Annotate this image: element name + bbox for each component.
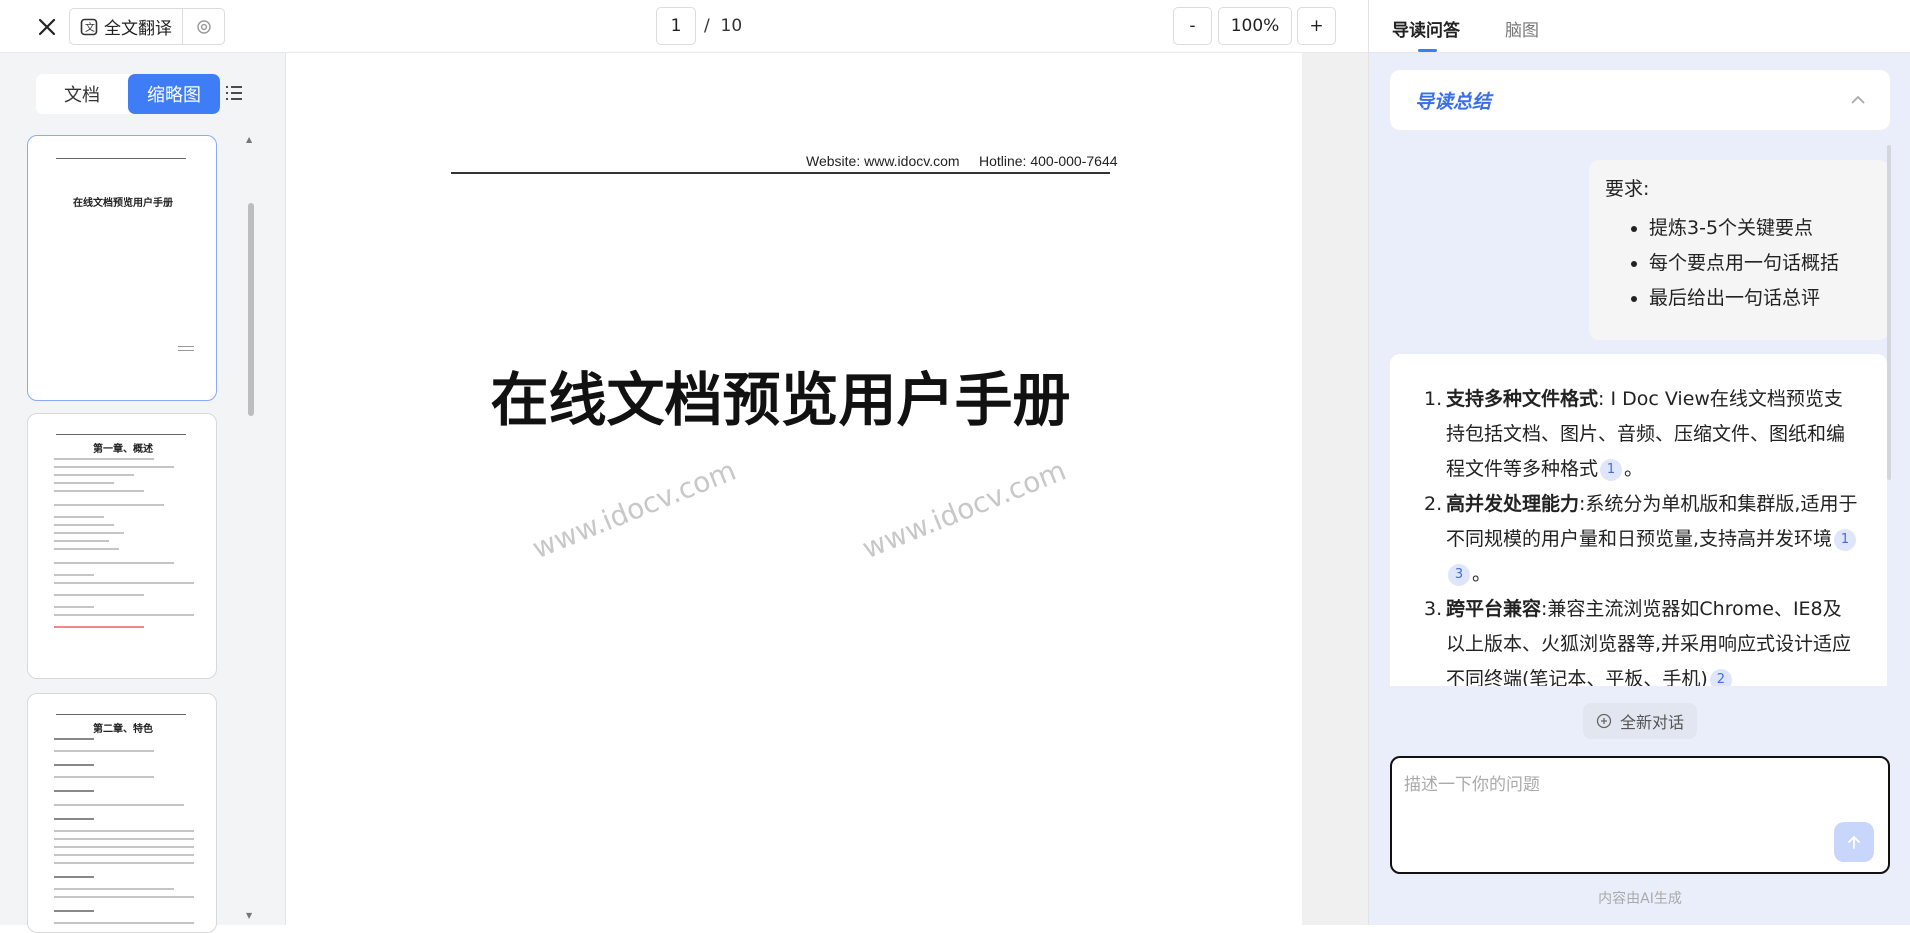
zoom-out-button[interactable]: -: [1173, 7, 1212, 45]
close-icon[interactable]: [30, 10, 64, 44]
scroll-up-arrow-icon[interactable]: ▲: [246, 135, 252, 144]
tab-document[interactable]: 文档: [36, 74, 128, 114]
citation-badge[interactable]: 2: [1709, 669, 1732, 686]
gear-icon: [196, 19, 211, 34]
document-viewer[interactable]: Website: www.idocv.com Hotline: 400-000-…: [286, 53, 1368, 925]
full-translate-label: 全文翻译: [104, 19, 172, 39]
thumbnail-title: 第一章、概述: [93, 444, 153, 455]
header-divider: [451, 172, 1110, 174]
ai-assistant-panel: 导读问答 脑图 导读总结 要求: 提炼3-5个关键要点 每个要点用一句话概括 最…: [1368, 0, 1910, 925]
tab-guided-qa[interactable]: 导读问答: [1392, 16, 1460, 41]
sidebar-scrollbar[interactable]: [248, 203, 254, 416]
answer-point: 3. 跨平台兼容:兼容主流浏览器如Chrome、IE8及以上版本、火狐浏览器等,并…: [1424, 592, 1859, 686]
thumbnail-sidebar: 文档 缩略图 在线文档预览用户手册 第一章、概述 第二章、特色 ▲ ▼: [0, 53, 286, 933]
ai-answer-card: 1. 支持多种文件格式: I Doc View在线文档预览支持包括文档、图片、音频…: [1390, 354, 1887, 686]
translate-icon: 文: [80, 18, 98, 35]
zoom-in-button[interactable]: +: [1297, 7, 1336, 45]
svg-text:文: 文: [85, 21, 95, 34]
zoom-level-display[interactable]: 100%: [1218, 7, 1292, 45]
chevron-up-icon[interactable]: [1848, 90, 1868, 110]
answer-point-title: 支持多种文件格式: [1446, 388, 1599, 410]
document-page: Website: www.idocv.com Hotline: 400-000-…: [286, 53, 1302, 925]
page-thumbnail-2[interactable]: 第一章、概述: [27, 413, 217, 679]
chat-scrollbar[interactable]: [1887, 145, 1891, 480]
tab-mind-map[interactable]: 脑图: [1505, 16, 1539, 41]
prompt-item: 最后给出一句话总评: [1649, 281, 1873, 316]
prompt-item: 每个要点用一句话概括: [1649, 246, 1873, 281]
assistant-tabs: 导读问答 脑图: [1369, 0, 1910, 53]
page-header-text: Website: www.idocv.com Hotline: 400-000-…: [806, 153, 1118, 169]
new-chat-button[interactable]: 全新对话: [1583, 703, 1697, 739]
question-input[interactable]: [1402, 768, 1872, 828]
page-number-input[interactable]: 1: [656, 7, 696, 45]
full-translate-button[interactable]: 文 全文翻译: [69, 8, 183, 45]
citation-badge[interactable]: 1: [1834, 529, 1857, 551]
answer-point: 2. 高并发处理能力:系统分为单机版和集群版,适用于不同规模的用户量和日预览量,支…: [1424, 493, 1858, 586]
citation-badge[interactable]: 1: [1600, 459, 1623, 481]
page-thumbnail-3[interactable]: 第二章、特色: [27, 693, 217, 933]
thumbnail-title: 第二章、特色: [93, 724, 153, 735]
send-button[interactable]: [1834, 822, 1874, 862]
answer-point-title: 跨平台兼容: [1446, 598, 1542, 620]
citation-badge[interactable]: 3: [1448, 564, 1470, 586]
tab-thumbnails[interactable]: 缩略图: [128, 74, 220, 114]
top-toolbar: 文 全文翻译 1 / 10 - 100% +: [0, 0, 1368, 53]
user-prompt-bubble: 要求: 提炼3-5个关键要点 每个要点用一句话概括 最后给出一句话总评: [1589, 160, 1889, 340]
prompt-heading: 要求:: [1605, 178, 1650, 200]
active-tab-indicator: [1418, 49, 1437, 52]
page-thumbnail-1[interactable]: 在线文档预览用户手册: [27, 135, 217, 401]
arrow-up-icon: [1848, 836, 1860, 849]
sidebar-view-switch: 文档 缩略图: [36, 74, 220, 114]
translate-settings-button[interactable]: [183, 8, 225, 45]
answer-point: 1. 支持多种文件格式: I Doc View在线文档预览支持包括文档、图片、音频…: [1424, 388, 1846, 481]
prompt-item: 提炼3-5个关键要点: [1649, 211, 1873, 246]
question-input-box: [1390, 756, 1890, 874]
watermark: www.idocv.com: [857, 453, 1071, 566]
document-title: 在线文档预览用户手册: [490, 366, 1071, 434]
scroll-down-arrow-icon[interactable]: ▼: [246, 911, 252, 920]
plus-circle-icon: [1596, 713, 1612, 729]
ai-generated-note: 内容由AI生成: [1598, 891, 1682, 907]
outline-list-icon[interactable]: [222, 79, 246, 107]
guided-summary-card[interactable]: 导读总结: [1390, 70, 1890, 130]
answer-point-title: 高并发处理能力: [1446, 493, 1580, 515]
summary-title: 导读总结: [1415, 91, 1492, 113]
new-chat-label: 全新对话: [1619, 713, 1684, 732]
thumbnail-title: 在线文档预览用户手册: [73, 198, 173, 209]
watermark: www.idocv.com: [527, 453, 741, 566]
page-total: / 10: [704, 16, 743, 36]
